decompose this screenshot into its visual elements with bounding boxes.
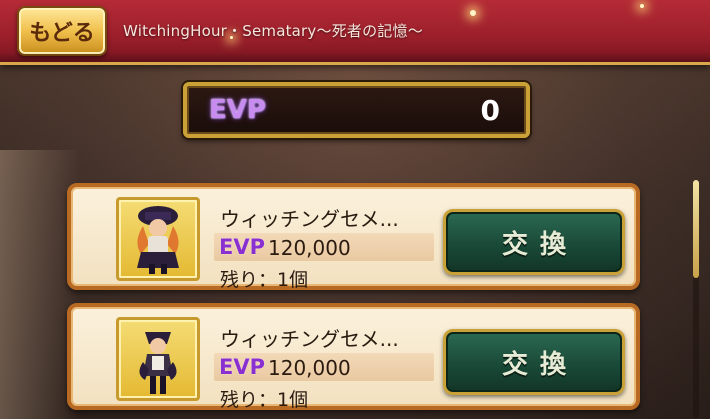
exchange-button-label: 交換 (501, 229, 578, 260)
evp-value: 0 (480, 94, 500, 127)
price-value: 120,000 (268, 236, 351, 260)
page-title: WitchingHour・Sematary〜死者の記憶〜 (123, 22, 423, 40)
scrollbar-thumb[interactable] (693, 180, 699, 278)
exchange-button[interactable]: 交換 (443, 209, 625, 275)
back-button[interactable]: もどる (17, 6, 107, 56)
price-currency: EVP (219, 355, 265, 379)
exchange-button-label: 交換 (501, 349, 578, 380)
price-value: 120,000 (268, 356, 351, 380)
price-currency: EVP (219, 235, 265, 259)
exchange-button[interactable]: 交換 (443, 329, 625, 395)
orange-haired-costume-figure-icon (116, 197, 200, 281)
list-item: ウィッチングセメ... EVP 120,000 残り：1個 交換 (67, 183, 640, 291)
evp-balance-panel: EVP 0 (183, 82, 530, 138)
sparkle-decoration (470, 10, 476, 16)
remaining-count: 残り：1個 (220, 269, 309, 291)
item-name: ウィッチングセメ... (220, 327, 399, 351)
list-item: ウィッチングセメ... EVP 120,000 残り：1個 交換 (67, 303, 640, 411)
dark-cloaked-costume-figure-icon (116, 317, 200, 401)
header-banner: もどる WitchingHour・Sematary〜死者の記憶〜 (0, 0, 710, 65)
evp-label: EVP (209, 95, 266, 125)
item-name: ウィッチングセメ... (220, 207, 399, 231)
remaining-count: 残り：1個 (220, 389, 309, 411)
sparkle-decoration (640, 4, 644, 8)
